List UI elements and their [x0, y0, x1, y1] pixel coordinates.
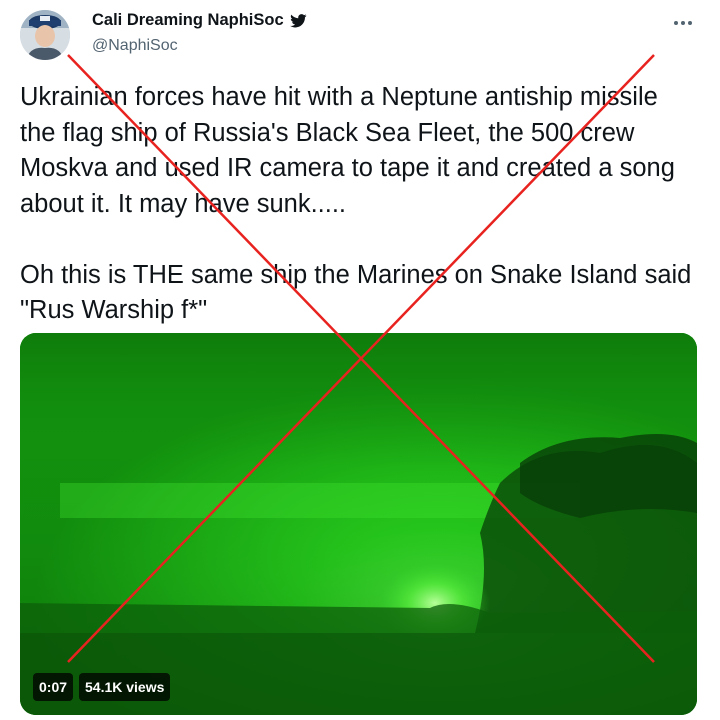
author-name-row[interactable]: Cali Dreaming NaphiSoc [92, 11, 307, 30]
avatar-photo [20, 10, 70, 60]
video-player[interactable] [20, 333, 697, 715]
avatar[interactable] [20, 10, 70, 60]
video-views-badge: 54.1K views [79, 673, 171, 701]
night-vision-video-frame [20, 333, 697, 715]
author-display-name[interactable]: Cali Dreaming NaphiSoc [92, 11, 284, 30]
twitter-bird-icon [289, 13, 307, 28]
author-handle[interactable]: @NaphiSoc [92, 37, 178, 55]
more-options-icon[interactable] [668, 8, 698, 38]
tweet-text: Ukrainian forces have hit with a Neptune… [20, 83, 692, 324]
video-duration-badge: 0:07 [33, 673, 74, 701]
